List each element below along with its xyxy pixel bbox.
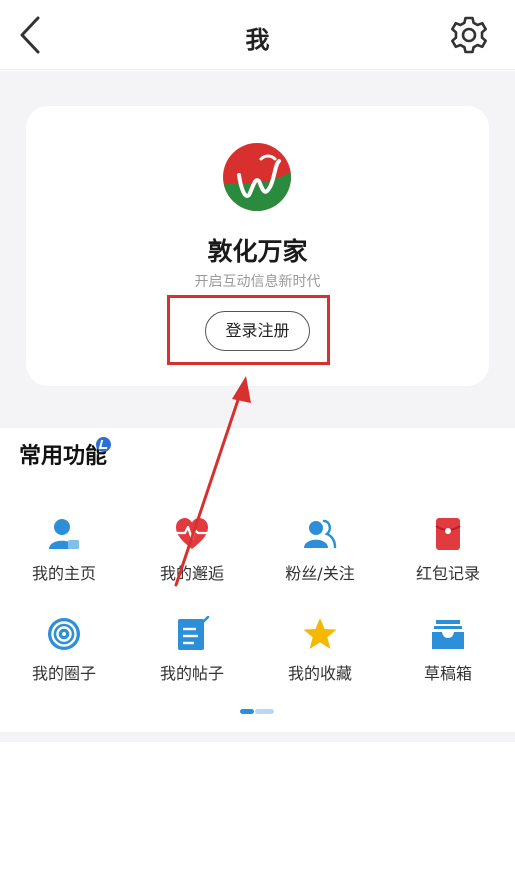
function-red-envelope-records[interactable]: 红包记录 bbox=[384, 516, 512, 606]
user-home-icon bbox=[49, 519, 79, 549]
gear-icon bbox=[451, 16, 487, 54]
top-bar: 我 bbox=[0, 0, 515, 70]
app-logo bbox=[223, 143, 291, 211]
page-indicator-inactive bbox=[255, 709, 274, 714]
function-drafts[interactable]: 草稿箱 bbox=[384, 616, 512, 706]
app-slogan: 开启互动信息新时代 bbox=[194, 274, 321, 290]
section-title: 常用功能 bbox=[19, 444, 108, 469]
function-label: 粉丝/关注 bbox=[285, 564, 355, 583]
app-name: 敦化万家 bbox=[207, 237, 308, 266]
heartbeat-icon bbox=[176, 518, 208, 549]
login-register-button[interactable]: 登录注册 bbox=[205, 311, 310, 351]
function-fans-follow[interactable]: 粉丝/关注 bbox=[256, 516, 384, 606]
function-my-encounters[interactable]: 我的邂逅 bbox=[128, 516, 256, 606]
followers-icon bbox=[304, 519, 337, 549]
function-my-favorites[interactable]: 我的收藏 bbox=[256, 616, 384, 706]
red-envelope-icon bbox=[435, 518, 461, 550]
badge-dot-icon bbox=[96, 437, 111, 452]
page-indicator bbox=[240, 709, 274, 714]
profile-area: 敦化万家 开启互动信息新时代 登录注册 bbox=[0, 71, 515, 428]
function-my-posts[interactable]: 我的帖子 bbox=[128, 616, 256, 706]
section-divider bbox=[0, 732, 515, 742]
function-label: 我的主页 bbox=[31, 564, 96, 583]
settings-button[interactable] bbox=[448, 14, 490, 56]
star-icon bbox=[303, 618, 337, 649]
function-label: 草稿箱 bbox=[423, 664, 472, 683]
page-indicator-active bbox=[240, 709, 254, 714]
drafts-inbox-icon bbox=[432, 620, 464, 649]
function-label: 我的圈子 bbox=[31, 664, 96, 683]
function-label: 我的帖子 bbox=[159, 664, 224, 683]
circle-icon bbox=[48, 618, 80, 650]
function-label: 我的邂逅 bbox=[159, 564, 224, 583]
function-label: 我的收藏 bbox=[287, 664, 352, 683]
function-label: 红包记录 bbox=[415, 564, 480, 583]
page-title: 我 bbox=[245, 26, 270, 54]
post-edit-icon bbox=[178, 616, 210, 650]
profile-card: 敦化万家 开启互动信息新时代 登录注册 bbox=[26, 106, 489, 386]
function-my-circle[interactable]: 我的圈子 bbox=[0, 616, 128, 706]
function-my-homepage[interactable]: 我的主页 bbox=[0, 516, 128, 606]
